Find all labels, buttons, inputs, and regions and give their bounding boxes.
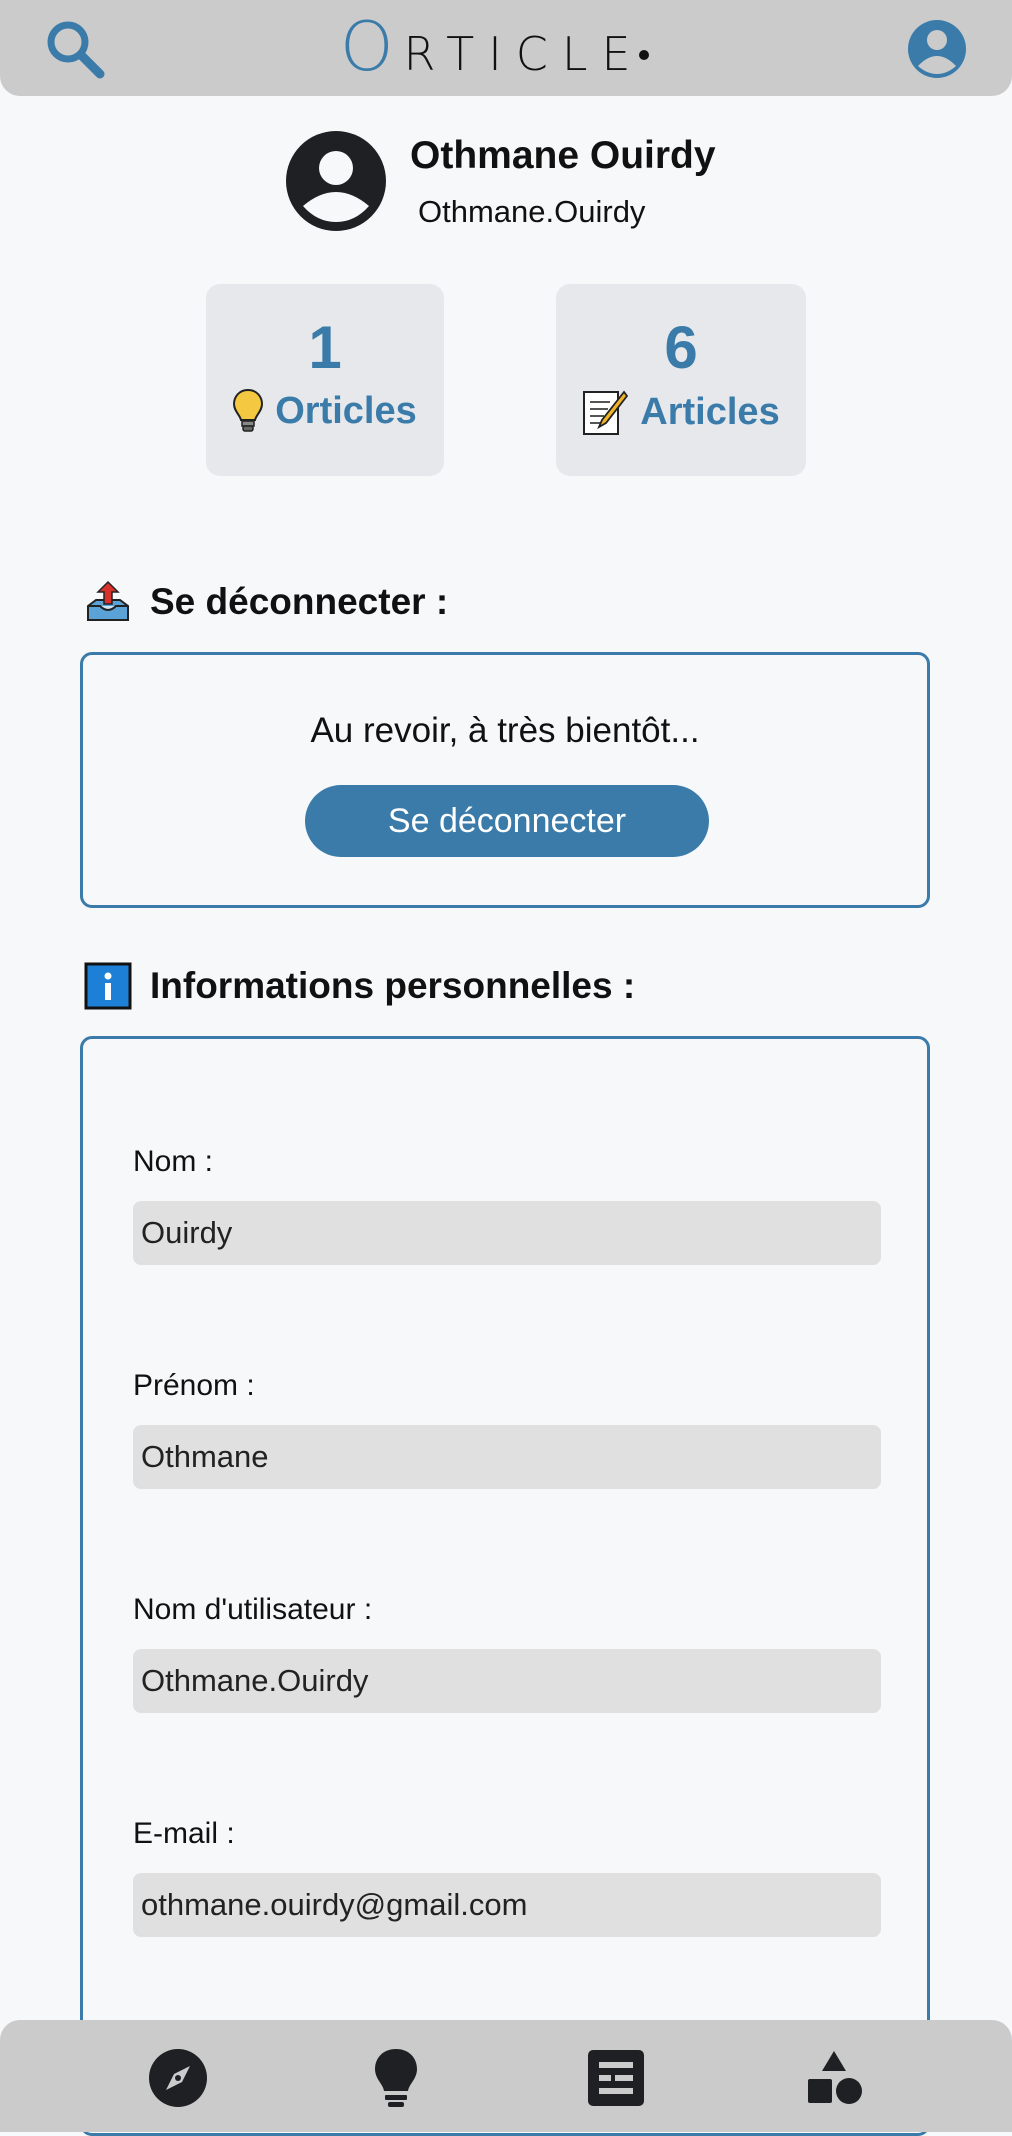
logout-section-title-text: Se déconnecter : bbox=[150, 581, 449, 622]
profile-username: Othmane.Ouirdy bbox=[418, 194, 646, 229]
first-name-field[interactable] bbox=[133, 1425, 881, 1489]
last-name-field[interactable] bbox=[133, 1201, 881, 1265]
light-bulb-icon bbox=[233, 388, 264, 432]
light-bulb-icon bbox=[375, 2049, 417, 2107]
nav-orticles-button[interactable] bbox=[364, 2046, 428, 2110]
username-label: Nom d'utilisateur : bbox=[133, 1593, 373, 1626]
article-icon bbox=[588, 2050, 644, 2106]
compass-icon bbox=[149, 2049, 207, 2107]
articles-count: 6 bbox=[664, 314, 698, 381]
info-section-title: Informations personnelles : bbox=[84, 962, 635, 1010]
user-avatar-icon bbox=[286, 131, 386, 231]
logout-message: Au revoir, à très bientôt... bbox=[310, 711, 700, 750]
email-field[interactable] bbox=[133, 1873, 881, 1937]
nav-categories-button[interactable] bbox=[802, 2046, 866, 2110]
orticles-label: Orticles bbox=[275, 389, 417, 432]
logout-panel: Au revoir, à très bientôt... Se déconnec… bbox=[80, 652, 930, 908]
memo-icon bbox=[583, 390, 629, 435]
orticles-count-card[interactable]: 1 Orticles bbox=[206, 284, 444, 476]
logout-button[interactable]: Se déconnecter bbox=[305, 785, 709, 857]
search-icon bbox=[47, 21, 105, 79]
first-name-label: Prénom : bbox=[133, 1369, 255, 1402]
orticles-count: 1 bbox=[308, 314, 342, 381]
shapes-icon bbox=[808, 2051, 862, 2104]
top-bar: O RTICLE bbox=[0, 0, 1012, 96]
info-section-title-text: Informations personnelles : bbox=[150, 965, 636, 1006]
personal-info-panel: Nom : Prénom : Nom d'utilisateur : E-mai… bbox=[80, 1036, 930, 2136]
account-circle-icon bbox=[908, 20, 966, 78]
bottom-nav-bar bbox=[0, 2020, 1012, 2132]
last-name-label: Nom : bbox=[133, 1145, 214, 1178]
articles-label: Articles bbox=[640, 390, 780, 433]
account-button[interactable] bbox=[902, 14, 972, 84]
profile-name: Othmane Ouirdy bbox=[410, 134, 716, 177]
nav-articles-button[interactable] bbox=[584, 2046, 648, 2110]
information-icon bbox=[84, 962, 132, 1010]
articles-count-card[interactable]: 6 Articles bbox=[556, 284, 806, 476]
logout-section-title: Se déconnecter : bbox=[84, 578, 448, 626]
logo-text: RTICLE bbox=[403, 27, 645, 81]
outbox-tray-icon bbox=[87, 580, 129, 621]
nav-explore-button[interactable] bbox=[146, 2046, 210, 2110]
logo-letter-o: O bbox=[340, 8, 394, 87]
search-button[interactable] bbox=[40, 16, 112, 82]
logo-dot bbox=[638, 50, 649, 60]
email-label: E-mail : bbox=[133, 1817, 235, 1850]
app-logo[interactable]: O RTICLE bbox=[340, 10, 680, 86]
username-field[interactable] bbox=[133, 1649, 881, 1713]
